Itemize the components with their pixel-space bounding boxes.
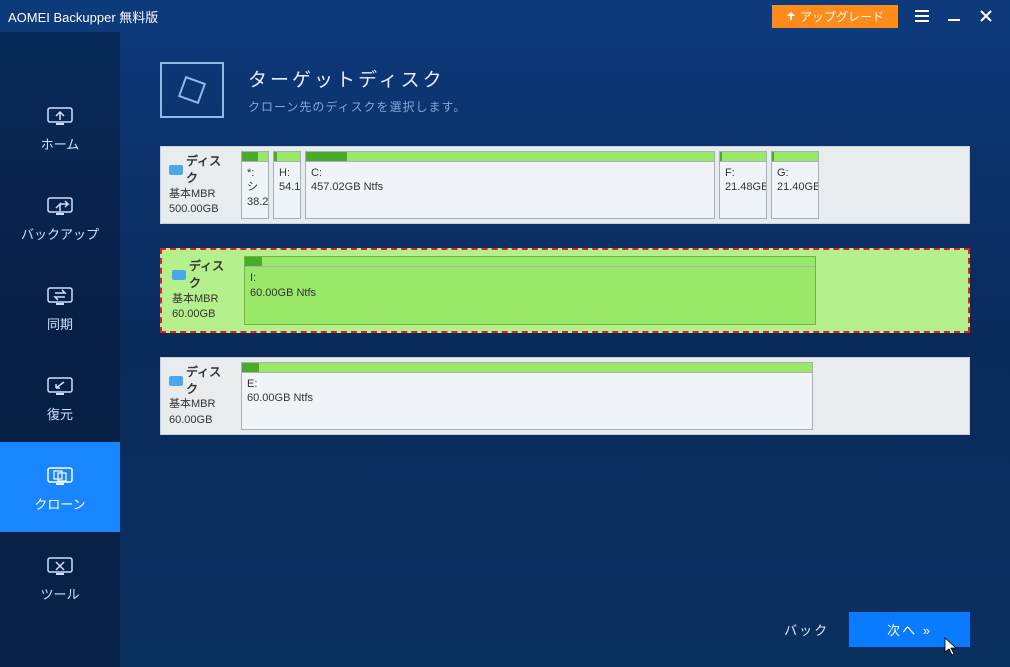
- disk-type: 基本MBR: [172, 292, 236, 307]
- disk-size: 60.00GB: [172, 307, 236, 322]
- body: ホーム バックアップ 同期 復元 クローン ツール: [0, 32, 1010, 667]
- partition-text: F:21.48GB: [720, 162, 766, 218]
- sidebar: ホーム バックアップ 同期 復元 クローン ツール: [0, 32, 120, 667]
- disk-label: ディスク: [186, 364, 233, 398]
- disk-row[interactable]: ディスク基本MBR60.00GBE:60.00GB Ntfs: [160, 357, 970, 435]
- back-button[interactable]: バック: [784, 620, 829, 639]
- partition-size: 21.48GB: [725, 180, 761, 194]
- sidebar-item-home[interactable]: ホーム: [0, 82, 120, 172]
- partitions: E:60.00GB Ntfs: [241, 362, 965, 430]
- sidebar-item-label: ツール: [40, 584, 79, 603]
- partition[interactable]: *: シ38.2: [241, 151, 269, 219]
- partition-drive: *: シ: [247, 166, 263, 195]
- partition-drive: G:: [777, 166, 813, 180]
- close-icon: [980, 10, 992, 22]
- tools-icon: [46, 552, 74, 576]
- partition-usage-bar: [242, 363, 812, 373]
- disk-type: 基本MBR: [169, 187, 233, 202]
- minimize-icon: [948, 10, 960, 22]
- disk-info: ディスク基本MBR500.00GB: [165, 151, 237, 219]
- partition[interactable]: F:21.48GB: [719, 151, 767, 219]
- upgrade-button[interactable]: アップグレード: [772, 5, 898, 28]
- sync-icon: [46, 282, 74, 306]
- partition-size: 38.2: [247, 195, 263, 209]
- partition-text: G:21.40GB: [772, 162, 818, 218]
- sidebar-item-clone[interactable]: クローン: [0, 442, 120, 532]
- disk-icon: [169, 376, 183, 386]
- header-text: ターゲットディスク クローン先のディスクを選択します。: [248, 65, 466, 115]
- sidebar-item-backup[interactable]: バックアップ: [0, 172, 120, 262]
- disk-type: 基本MBR: [169, 397, 233, 412]
- restore-icon: [46, 372, 74, 396]
- disk-size: 60.00GB: [169, 413, 233, 428]
- partition-usage-bar: [274, 152, 300, 162]
- close-button[interactable]: [970, 4, 1002, 28]
- partitions: I:60.00GB Ntfs: [244, 256, 962, 324]
- partition-usage-bar: [306, 152, 714, 162]
- target-disk-icon: [160, 62, 224, 118]
- partition[interactable]: H:54.1: [273, 151, 301, 219]
- backup-icon: [46, 192, 74, 216]
- upgrade-label: アップグレード: [800, 8, 884, 25]
- sidebar-item-label: バックアップ: [21, 224, 99, 243]
- page-header: ターゲットディスク クローン先のディスクを選択します。: [160, 62, 970, 118]
- partition-drive: H:: [279, 166, 295, 180]
- partition-text: I:60.00GB Ntfs: [245, 267, 815, 323]
- home-icon: [46, 102, 74, 126]
- partition-drive: F:: [725, 166, 761, 180]
- menu-icon: [915, 10, 929, 22]
- minimize-button[interactable]: [938, 4, 970, 28]
- disk-icon: [169, 165, 183, 175]
- partition-size: 54.1: [279, 180, 295, 194]
- upgrade-icon: [786, 11, 796, 21]
- app-title: AOMEI Backupper 無料版: [8, 7, 772, 26]
- sidebar-item-label: クローン: [34, 494, 85, 513]
- sidebar-item-restore[interactable]: 復元: [0, 352, 120, 442]
- disk-info: ディスク基本MBR60.00GB: [168, 256, 240, 324]
- partition-text: *: シ38.2: [242, 162, 268, 218]
- disk-list: ディスク基本MBR500.00GB*: シ38.2H:54.1C:457.02G…: [160, 146, 970, 435]
- menu-button[interactable]: [906, 4, 938, 28]
- titlebar: AOMEI Backupper 無料版 アップグレード: [0, 0, 1010, 32]
- partition-size: 60.00GB Ntfs: [250, 286, 810, 300]
- partition[interactable]: E:60.00GB Ntfs: [241, 362, 813, 430]
- sidebar-item-label: 復元: [47, 404, 73, 423]
- partition-usage-bar: [720, 152, 766, 162]
- partitions: *: シ38.2H:54.1C:457.02GB NtfsF:21.48GBG:…: [241, 151, 965, 219]
- page-subtitle: クローン先のディスクを選択します。: [248, 98, 466, 115]
- disk-label: ディスク: [189, 258, 236, 292]
- sidebar-item-sync[interactable]: 同期: [0, 262, 120, 352]
- partition-drive: C:: [311, 166, 709, 180]
- partition[interactable]: G:21.40GB: [771, 151, 819, 219]
- main-panel: ターゲットディスク クローン先のディスクを選択します。 ディスク基本MBR500…: [120, 32, 1010, 667]
- disk-row[interactable]: ディスク基本MBR60.00GBI:60.00GB Ntfs: [160, 248, 970, 332]
- app-window: AOMEI Backupper 無料版 アップグレード ホーム バックアップ: [0, 0, 1010, 667]
- partition-usage-bar: [245, 257, 815, 267]
- disk-label: ディスク: [186, 153, 233, 187]
- footer: バック 次へ »: [784, 612, 970, 647]
- sidebar-item-label: 同期: [47, 314, 73, 333]
- partition[interactable]: I:60.00GB Ntfs: [244, 256, 816, 324]
- partition-text: E:60.00GB Ntfs: [242, 373, 812, 429]
- partition[interactable]: C:457.02GB Ntfs: [305, 151, 715, 219]
- sidebar-item-label: ホーム: [41, 134, 80, 153]
- page-title: ターゲットディスク: [248, 65, 466, 92]
- disk-row[interactable]: ディスク基本MBR500.00GB*: シ38.2H:54.1C:457.02G…: [160, 146, 970, 224]
- partition-drive: I:: [250, 271, 810, 285]
- partition-usage-bar: [772, 152, 818, 162]
- partition-text: C:457.02GB Ntfs: [306, 162, 714, 218]
- disk-info: ディスク基本MBR60.00GB: [165, 362, 237, 430]
- partition-usage-bar: [242, 152, 268, 162]
- partition-text: H:54.1: [274, 162, 300, 218]
- partition-drive: E:: [247, 377, 807, 391]
- partition-size: 457.02GB Ntfs: [311, 180, 709, 194]
- disk-icon: [172, 270, 186, 280]
- clone-icon: [46, 462, 74, 486]
- next-button[interactable]: 次へ »: [849, 612, 970, 647]
- disk-size: 500.00GB: [169, 202, 233, 217]
- sidebar-item-tools[interactable]: ツール: [0, 532, 120, 622]
- partition-size: 60.00GB Ntfs: [247, 391, 807, 405]
- partition-size: 21.40GB: [777, 180, 813, 194]
